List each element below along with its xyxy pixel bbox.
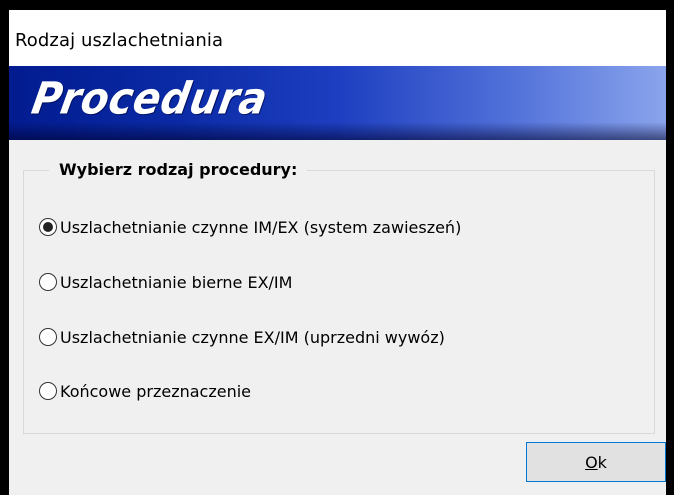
radio-option-end-use[interactable]: Końcowe przeznaczenie bbox=[39, 378, 251, 404]
ok-button-label: k bbox=[597, 452, 607, 472]
title-bar[interactable]: Rodzaj uszlachetniania bbox=[9, 10, 666, 66]
header-banner: Procedura bbox=[9, 66, 666, 140]
radio-unchecked-icon[interactable] bbox=[39, 273, 57, 291]
window-frame-left bbox=[0, 0, 9, 495]
radio-unchecked-icon[interactable] bbox=[39, 328, 57, 346]
radio-label: Uszlachetnianie bierne EX/IM bbox=[60, 272, 293, 292]
window-title: Rodzaj uszlachetniania bbox=[15, 30, 224, 51]
radio-label: Końcowe przeznaczenie bbox=[60, 381, 252, 401]
radio-unchecked-icon[interactable] bbox=[39, 382, 57, 400]
radio-checked-icon[interactable] bbox=[39, 218, 57, 236]
window-frame-right bbox=[666, 0, 674, 495]
banner-title: Procedura bbox=[28, 74, 272, 125]
ok-button[interactable]: Ok bbox=[526, 442, 666, 482]
radio-option-passive-ex-im[interactable]: Uszlachetnianie bierne EX/IM bbox=[39, 269, 292, 295]
radio-option-active-im-ex[interactable]: Uszlachetnianie czynne IM/EX (system zaw… bbox=[39, 214, 461, 240]
radio-option-active-ex-im[interactable]: Uszlachetnianie czynne EX/IM (uprzedni w… bbox=[39, 324, 445, 350]
ok-button-mnemonic: O bbox=[585, 452, 598, 472]
dialog-window: Rodzaj uszlachetniania Procedura Wybierz… bbox=[9, 10, 666, 495]
radio-label: Uszlachetnianie czynne EX/IM (uprzedni w… bbox=[60, 327, 445, 347]
window-frame-top bbox=[0, 0, 674, 10]
groupbox-legend: Wybierz rodzaj procedury: bbox=[49, 157, 308, 183]
radio-label: Uszlachetnianie czynne IM/EX (system zaw… bbox=[60, 217, 462, 237]
